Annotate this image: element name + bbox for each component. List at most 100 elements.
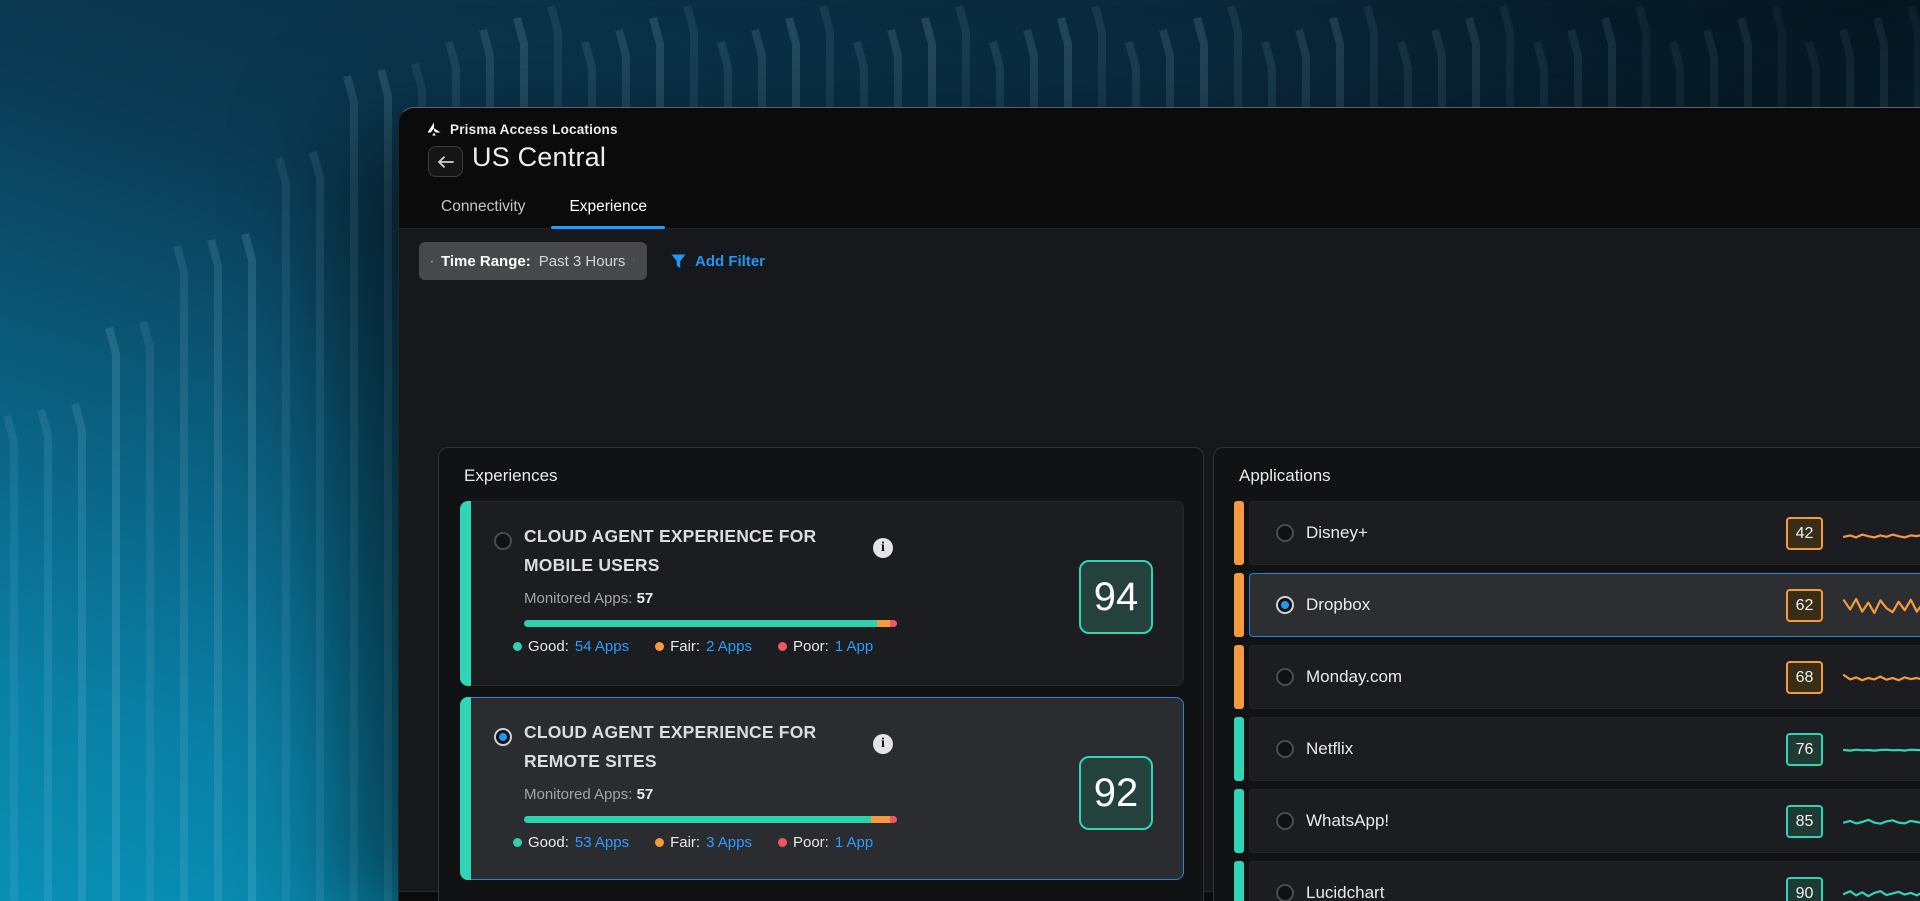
screen: Prisma Access Locations US Central Conne…: [0, 0, 1920, 901]
tab-connectivity[interactable]: Connectivity: [419, 186, 547, 228]
app-sparkline: [1842, 804, 1920, 840]
legend-poor: Poor:1 App: [778, 638, 873, 655]
app-row-lucidchart[interactable]: Lucidchart 90: [1234, 861, 1920, 901]
legend-good: Good:54 Apps: [513, 638, 629, 655]
back-button[interactable]: [428, 146, 463, 177]
experience-card-remote-sites[interactable]: CLOUD AGENT EXPERIENCE FOR REMOTE SITES …: [460, 697, 1184, 880]
apps-health-bar: [524, 816, 897, 823]
app-score-badge: 68: [1786, 661, 1823, 694]
filter-funnel-icon: [671, 254, 686, 269]
fair-dot-icon: [655, 838, 664, 847]
product-name: Prisma Access Locations: [450, 122, 618, 137]
app-radio[interactable]: [1276, 668, 1294, 686]
experience-radio[interactable]: [494, 532, 512, 550]
row-body: Monday.com 68: [1249, 645, 1920, 709]
experience-card-title: CLOUD AGENT EXPERIENCE FOR REMOTE SITES: [524, 718, 869, 776]
row-accent-strip: [1234, 789, 1244, 853]
content-area: Time Range: Past 3 Hours Add Filter Expe…: [399, 229, 1920, 892]
health-legend: Good:53 Apps Fair:3 Apps Poor:1 App: [513, 834, 873, 851]
health-bar-good-segment: [524, 620, 877, 627]
app-row-dropbox[interactable]: Dropbox 62: [1234, 573, 1920, 637]
app-sparkline: [1842, 588, 1920, 624]
row-accent-strip: [1234, 501, 1244, 565]
legend-poor: Poor:1 App: [778, 834, 873, 851]
app-name: Netflix: [1306, 739, 1353, 759]
poor-dot-icon: [778, 838, 787, 847]
row-accent-strip: [1234, 861, 1244, 901]
experiences-panel-title: Experiences: [464, 466, 558, 486]
app-row-monday[interactable]: Monday.com 68: [1234, 645, 1920, 709]
app-score-badge: 76: [1786, 733, 1823, 766]
palo-alto-logo-icon: [426, 121, 442, 137]
card-accent-strip: [460, 501, 471, 686]
calendar-icon: [431, 254, 433, 269]
health-legend: Good:54 Apps Fair:2 Apps Poor:1 App: [513, 638, 873, 655]
applications-panel: Applications Disney+ 42: [1213, 447, 1920, 901]
add-filter-label: Add Filter: [695, 253, 765, 270]
app-name: Lucidchart: [1306, 883, 1384, 901]
app-row-netflix[interactable]: Netflix 76: [1234, 717, 1920, 781]
app-radio[interactable]: [1276, 884, 1294, 901]
app-score-badge: 62: [1786, 589, 1823, 622]
app-radio[interactable]: [1276, 812, 1294, 830]
app-window: Prisma Access Locations US Central Conne…: [398, 107, 1920, 901]
monitored-apps: Monitored Apps: 57: [524, 590, 653, 607]
back-arrow-icon: [438, 156, 454, 168]
app-radio[interactable]: [1276, 524, 1294, 542]
tab-bar: Connectivity Experience: [399, 186, 1920, 229]
experience-radio[interactable]: [494, 728, 512, 746]
good-dot-icon: [513, 642, 522, 651]
tab-experience[interactable]: Experience: [547, 186, 669, 228]
row-body: Lucidchart 90: [1249, 861, 1920, 901]
row-body: WhatsApp! 85: [1249, 789, 1920, 853]
add-filter-button[interactable]: Add Filter: [671, 242, 765, 280]
health-bar-fair-segment: [877, 620, 890, 627]
app-sparkline: [1842, 732, 1920, 768]
apps-health-bar: [524, 620, 897, 627]
app-name: WhatsApp!: [1306, 811, 1389, 831]
app-sparkline: [1842, 876, 1920, 901]
app-row-disney[interactable]: Disney+ 42: [1234, 501, 1920, 565]
app-sparkline: [1842, 516, 1920, 552]
experience-card-title: CLOUD AGENT EXPERIENCE FOR MOBILE USERS: [524, 522, 869, 580]
card-accent-strip: [460, 697, 471, 880]
brand-row: Prisma Access Locations: [426, 121, 618, 137]
chevron-down-icon: [633, 257, 635, 265]
row-body: Disney+ 42: [1249, 501, 1920, 565]
page-title: US Central: [472, 142, 606, 173]
time-range-value: Past 3 Hours: [539, 253, 626, 270]
row-accent-strip: [1234, 573, 1244, 637]
experiences-panel: Experiences CLOUD AGENT EXPERIENCE FOR M…: [438, 447, 1204, 901]
legend-fair: Fair:3 Apps: [655, 834, 752, 851]
app-score-badge: 85: [1786, 805, 1823, 838]
monitored-apps: Monitored Apps: 57: [524, 786, 653, 803]
app-name: Dropbox: [1306, 595, 1370, 615]
app-score-badge: 90: [1786, 877, 1823, 901]
time-range-dropdown[interactable]: Time Range: Past 3 Hours: [419, 242, 647, 280]
legend-fair: Fair:2 Apps: [655, 638, 752, 655]
legend-good: Good:53 Apps: [513, 834, 629, 851]
health-bar-good-segment: [524, 816, 871, 823]
app-radio[interactable]: [1276, 596, 1294, 614]
app-row-whatsapp[interactable]: WhatsApp! 85: [1234, 789, 1920, 853]
applications-panel-title: Applications: [1239, 466, 1331, 486]
row-accent-strip: [1234, 717, 1244, 781]
good-dot-icon: [513, 838, 522, 847]
health-bar-fair-segment: [871, 816, 890, 823]
experience-score-badge: 94: [1079, 560, 1153, 634]
health-bar-poor-segment: [890, 620, 897, 627]
app-radio[interactable]: [1276, 740, 1294, 758]
app-name: Monday.com: [1306, 667, 1402, 687]
experience-card-mobile-users[interactable]: CLOUD AGENT EXPERIENCE FOR MOBILE USERS …: [460, 501, 1184, 686]
time-range-label: Time Range:: [441, 253, 531, 270]
info-icon[interactable]: i: [873, 734, 893, 754]
info-icon[interactable]: i: [873, 538, 893, 558]
row-accent-strip: [1234, 645, 1244, 709]
row-body: Netflix 76: [1249, 717, 1920, 781]
app-score-badge: 42: [1786, 517, 1823, 550]
app-sparkline: [1842, 660, 1920, 696]
health-bar-poor-segment: [890, 816, 897, 823]
row-body: Dropbox 62: [1249, 573, 1920, 637]
applications-list: Disney+ 42 Dropbox 62: [1234, 501, 1920, 901]
app-name: Disney+: [1306, 523, 1368, 543]
